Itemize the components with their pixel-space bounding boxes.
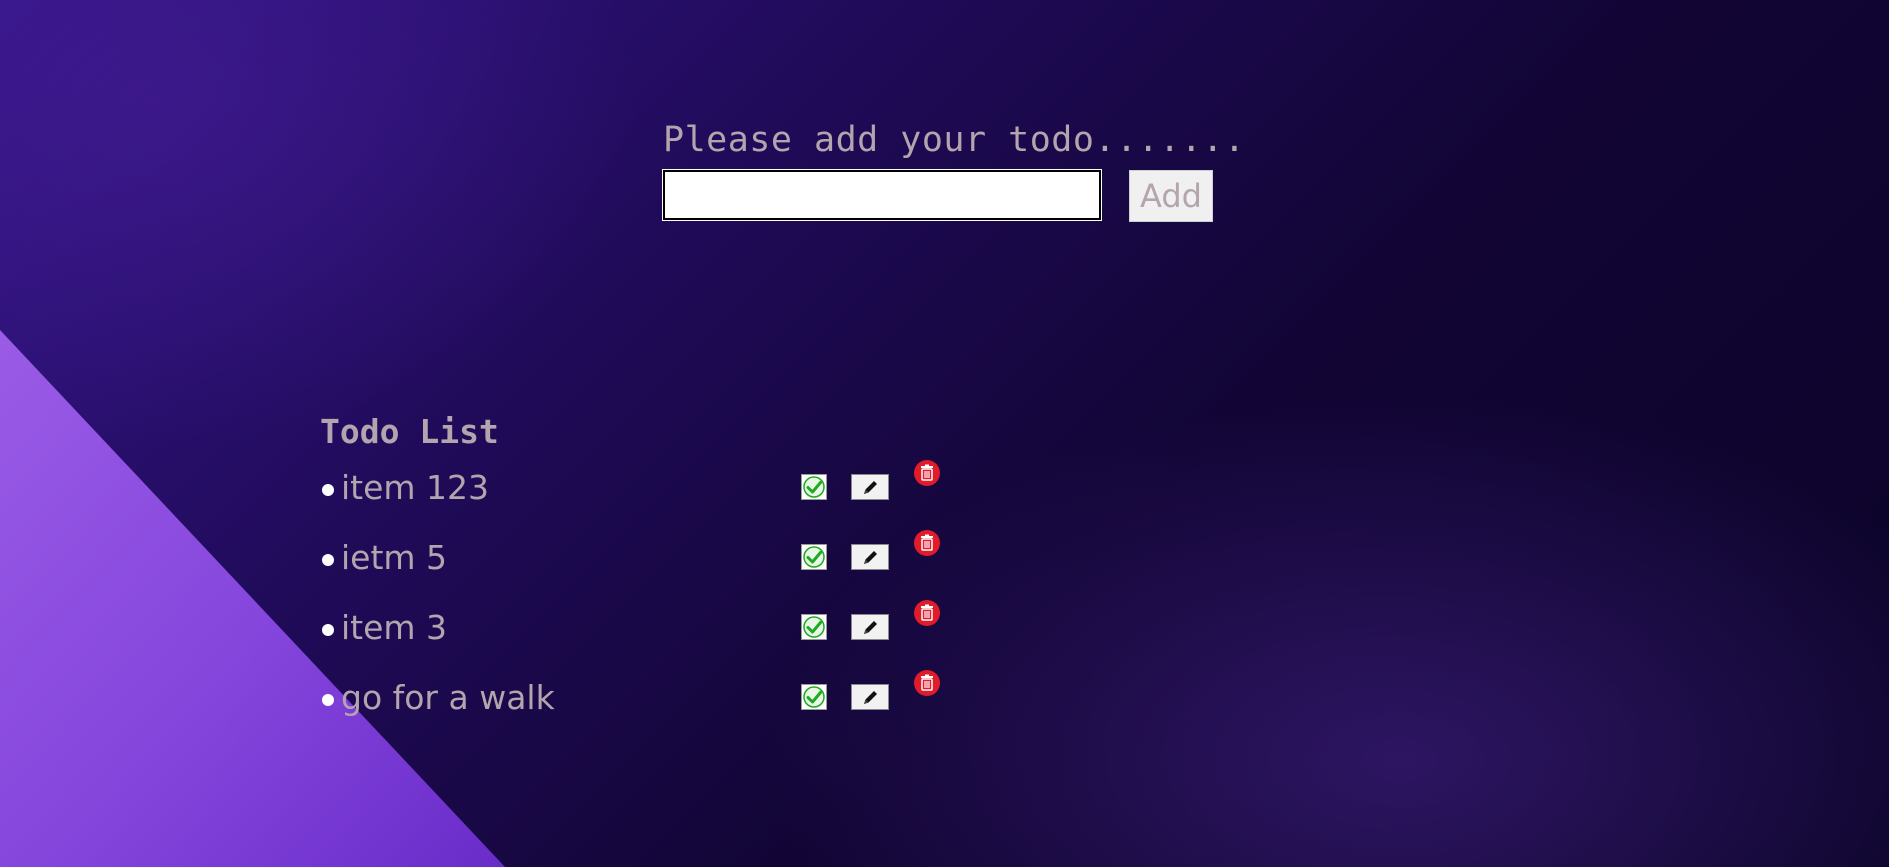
check-icon bbox=[803, 546, 825, 568]
pencil-icon bbox=[864, 691, 877, 704]
trash-icon bbox=[914, 530, 940, 556]
bullet-icon bbox=[322, 694, 334, 706]
delete-button[interactable] bbox=[914, 460, 940, 486]
todo-list-section: Todo List item 123 ietm 5 item 3 go for … bbox=[320, 404, 960, 740]
edit-button[interactable] bbox=[851, 684, 889, 710]
todo-input[interactable] bbox=[662, 169, 1102, 221]
complete-button[interactable] bbox=[801, 614, 827, 640]
check-icon bbox=[803, 616, 825, 638]
todo-item-text: item 123 bbox=[341, 468, 490, 507]
complete-button[interactable] bbox=[801, 474, 827, 500]
todo-list: item 123 ietm 5 item 3 go for a walk bbox=[320, 460, 960, 740]
edit-button[interactable] bbox=[851, 474, 889, 500]
todo-item-text: go for a walk bbox=[341, 678, 555, 717]
bullet-icon bbox=[322, 554, 334, 566]
edit-button[interactable] bbox=[851, 614, 889, 640]
complete-button[interactable] bbox=[801, 684, 827, 710]
todo-item-text: item 3 bbox=[341, 608, 448, 647]
todo-item-text: ietm 5 bbox=[341, 538, 448, 577]
bullet-icon bbox=[322, 484, 334, 496]
add-todo-prompt: Please add your todo....... bbox=[663, 120, 1246, 160]
delete-button[interactable] bbox=[914, 530, 940, 556]
trash-icon bbox=[914, 600, 940, 626]
todo-item: item 3 bbox=[320, 600, 960, 670]
todo-item: ietm 5 bbox=[320, 530, 960, 600]
trash-icon bbox=[914, 670, 940, 696]
delete-button[interactable] bbox=[914, 670, 940, 696]
pencil-icon bbox=[864, 621, 877, 634]
check-icon bbox=[803, 476, 825, 498]
todo-item: item 123 bbox=[320, 460, 960, 530]
trash-icon bbox=[914, 460, 940, 486]
todo-list-title: Todo List bbox=[320, 412, 499, 451]
bullet-icon bbox=[322, 624, 334, 636]
pencil-icon bbox=[864, 551, 877, 564]
check-icon bbox=[803, 686, 825, 708]
delete-button[interactable] bbox=[914, 600, 940, 626]
todo-item: go for a walk bbox=[320, 670, 960, 740]
add-button[interactable]: Add bbox=[1129, 170, 1213, 222]
add-todo-form: Please add your todo....... Add bbox=[662, 118, 1246, 222]
edit-button[interactable] bbox=[851, 544, 889, 570]
pencil-icon bbox=[864, 481, 877, 494]
complete-button[interactable] bbox=[801, 544, 827, 570]
